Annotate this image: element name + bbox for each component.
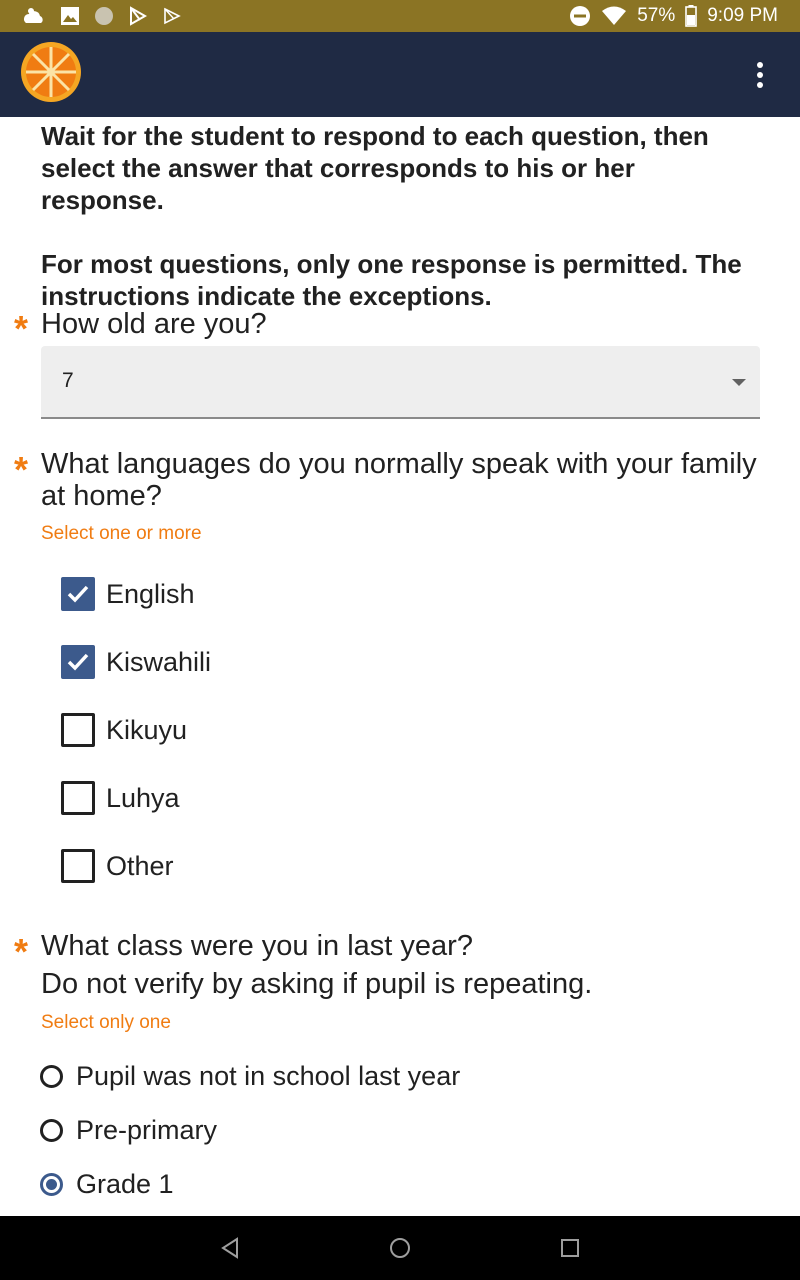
radio-grade-1[interactable]: Grade 1: [40, 1169, 174, 1199]
checkbox-kikuyu[interactable]: Kikuyu: [61, 713, 187, 747]
more-vert-icon: [757, 62, 763, 68]
back-icon: [221, 1237, 238, 1259]
question-label: What class were you in last year?: [41, 930, 473, 962]
radio-pre-primary[interactable]: Pre-primary: [40, 1115, 217, 1145]
question-label: How old are you?: [41, 308, 267, 340]
required-marker: *: [14, 931, 29, 972]
do-not-disturb-icon: [569, 5, 591, 27]
radio-selected-icon[interactable]: [40, 1172, 63, 1196]
radio-unselected-icon[interactable]: [40, 1064, 63, 1088]
status-bar: 57% 9:09 PM: [0, 0, 800, 32]
radio-label: Pre-primary: [76, 1114, 218, 1145]
recents-button[interactable]: [556, 1234, 584, 1262]
checkbox-checked-icon[interactable]: [61, 577, 95, 611]
weather-icon: [22, 5, 46, 27]
question-label: What languages do you normally speak wit…: [41, 448, 757, 512]
radio-label: Pupil was not in school last year: [76, 1060, 461, 1091]
dropdown-arrow-icon: [732, 379, 746, 386]
checkbox-label: Luhya: [106, 782, 180, 813]
languages-hint: Select one or more: [41, 523, 202, 544]
battery-icon: [685, 5, 698, 27]
radio-label: Grade 1: [76, 1168, 174, 1199]
system-nav-bar: [0, 1216, 800, 1280]
home-icon: [390, 1238, 410, 1258]
radio-not-in-school[interactable]: Pupil was not in school last year: [40, 1061, 460, 1091]
checkbox-unchecked-icon[interactable]: [61, 781, 95, 815]
home-button[interactable]: [386, 1234, 414, 1262]
play-store-outline-icon: [162, 6, 182, 26]
instructions: Wait for the student to respond to each …: [41, 120, 761, 312]
instructions-paragraph-1: Wait for the student to respond to each …: [41, 121, 709, 215]
checkbox-label: Kikuyu: [106, 714, 188, 745]
checkbox-label: Kiswahili: [106, 646, 212, 677]
class-hint: Select only one: [41, 1012, 171, 1033]
circle-icon: [94, 6, 114, 26]
checkbox-unchecked-icon[interactable]: [61, 713, 95, 747]
checkbox-label: Other: [106, 850, 174, 881]
more-options-button[interactable]: [750, 62, 770, 88]
checkbox-label: English: [106, 578, 195, 609]
age-select-value: 7: [62, 369, 74, 392]
radio-unselected-icon[interactable]: [40, 1118, 63, 1142]
question-sublabel: Do not verify by asking if pupil is repe…: [41, 968, 593, 1000]
instructions-paragraph-2: For most questions, only one response is…: [41, 249, 742, 311]
app-bar: [0, 32, 800, 117]
checkbox-unchecked-icon[interactable]: [61, 849, 95, 883]
age-select[interactable]: 7: [41, 346, 760, 419]
recents-icon: [561, 1239, 579, 1257]
notification-icons: [0, 0, 182, 32]
clock: 9:09 PM: [707, 5, 778, 26]
required-marker: *: [14, 308, 29, 349]
back-button[interactable]: [216, 1234, 244, 1262]
image-icon: [60, 6, 80, 26]
orange-slice-logo: [20, 41, 82, 103]
required-marker: *: [14, 449, 29, 490]
battery-percent: 57%: [637, 5, 676, 26]
system-status: 57% 9:09 PM: [569, 5, 800, 27]
survey-form[interactable]: Wait for the student to respond to each …: [0, 117, 800, 1216]
checkbox-checked-icon[interactable]: [61, 645, 95, 679]
checkbox-other[interactable]: Other: [61, 849, 174, 883]
checkbox-kiswahili[interactable]: Kiswahili: [61, 645, 211, 679]
checkbox-luhya[interactable]: Luhya: [61, 781, 180, 815]
wifi-icon: [601, 6, 627, 26]
checkbox-english[interactable]: English: [61, 577, 195, 611]
play-store-icon: [128, 6, 148, 26]
